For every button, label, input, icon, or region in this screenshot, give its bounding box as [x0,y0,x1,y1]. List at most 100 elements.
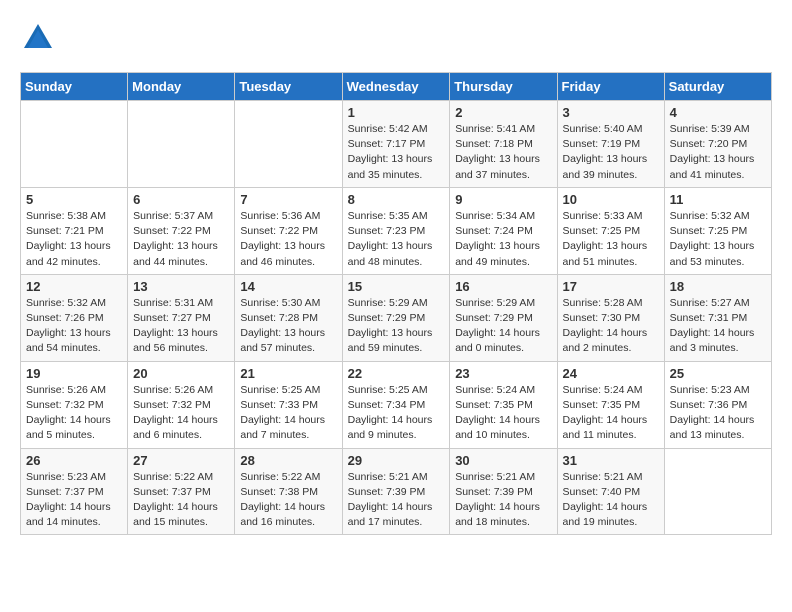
calendar-cell: 21 Sunrise: 5:25 AM Sunset: 7:33 PM Dayli… [235,361,342,448]
day-info: Sunrise: 5:42 AM Sunset: 7:17 PM Dayligh… [348,122,445,183]
calendar-cell: 8 Sunrise: 5:35 AM Sunset: 7:23 PM Daylig… [342,187,450,274]
logo [20,20,62,56]
day-header-monday: Monday [128,73,235,101]
day-number: 25 [670,366,766,381]
day-info: Sunrise: 5:24 AM Sunset: 7:35 PM Dayligh… [455,383,551,444]
calendar-cell: 23 Sunrise: 5:24 AM Sunset: 7:35 PM Dayli… [450,361,557,448]
day-number: 9 [455,192,551,207]
days-header-row: SundayMondayTuesdayWednesdayThursdayFrid… [21,73,772,101]
day-info: Sunrise: 5:25 AM Sunset: 7:33 PM Dayligh… [240,383,336,444]
day-info: Sunrise: 5:22 AM Sunset: 7:37 PM Dayligh… [133,470,229,531]
calendar-cell [664,448,771,535]
day-info: Sunrise: 5:29 AM Sunset: 7:29 PM Dayligh… [348,296,445,357]
day-info: Sunrise: 5:21 AM Sunset: 7:39 PM Dayligh… [455,470,551,531]
calendar-cell: 11 Sunrise: 5:32 AM Sunset: 7:25 PM Dayli… [664,187,771,274]
day-info: Sunrise: 5:41 AM Sunset: 7:18 PM Dayligh… [455,122,551,183]
day-header-thursday: Thursday [450,73,557,101]
day-info: Sunrise: 5:35 AM Sunset: 7:23 PM Dayligh… [348,209,445,270]
calendar-cell: 2 Sunrise: 5:41 AM Sunset: 7:18 PM Daylig… [450,101,557,188]
day-info: Sunrise: 5:22 AM Sunset: 7:38 PM Dayligh… [240,470,336,531]
calendar-cell: 1 Sunrise: 5:42 AM Sunset: 7:17 PM Daylig… [342,101,450,188]
calendar-table: SundayMondayTuesdayWednesdayThursdayFrid… [20,72,772,535]
calendar-cell: 12 Sunrise: 5:32 AM Sunset: 7:26 PM Dayli… [21,274,128,361]
day-number: 23 [455,366,551,381]
page-header [20,20,772,56]
day-info: Sunrise: 5:26 AM Sunset: 7:32 PM Dayligh… [26,383,122,444]
week-row-5: 26 Sunrise: 5:23 AM Sunset: 7:37 PM Dayli… [21,448,772,535]
calendar-cell [235,101,342,188]
calendar-cell: 27 Sunrise: 5:22 AM Sunset: 7:37 PM Dayli… [128,448,235,535]
day-number: 1 [348,105,445,120]
calendar-cell: 22Sunrise: 5:25 AM Sunset: 7:34 PM Dayli… [342,361,450,448]
day-info: Sunrise: 5:39 AM Sunset: 7:20 PM Dayligh… [670,122,766,183]
calendar-cell: 30 Sunrise: 5:21 AM Sunset: 7:39 PM Dayli… [450,448,557,535]
day-info: Sunrise: 5:31 AM Sunset: 7:27 PM Dayligh… [133,296,229,357]
calendar-cell: 14 Sunrise: 5:30 AM Sunset: 7:28 PM Dayli… [235,274,342,361]
day-info: Sunrise: 5:40 AM Sunset: 7:19 PM Dayligh… [563,122,659,183]
day-info: Sunrise: 5:23 AM Sunset: 7:37 PM Dayligh… [26,470,122,531]
day-number: 26 [26,453,122,468]
week-row-4: 19 Sunrise: 5:26 AM Sunset: 7:32 PM Dayli… [21,361,772,448]
day-number: 5 [26,192,122,207]
day-info: Sunrise: 5:32 AM Sunset: 7:26 PM Dayligh… [26,296,122,357]
day-number: 14 [240,279,336,294]
day-number: 10 [563,192,659,207]
day-number: 28 [240,453,336,468]
day-header-sunday: Sunday [21,73,128,101]
day-header-wednesday: Wednesday [342,73,450,101]
day-number: 22 [348,366,445,381]
calendar-cell: 5 Sunrise: 5:38 AM Sunset: 7:21 PM Daylig… [21,187,128,274]
calendar-cell: 9 Sunrise: 5:34 AM Sunset: 7:24 PM Daylig… [450,187,557,274]
calendar-cell: 28 Sunrise: 5:22 AM Sunset: 7:38 PM Dayli… [235,448,342,535]
day-number: 19 [26,366,122,381]
calendar-cell: 24 Sunrise: 5:24 AM Sunset: 7:35 PM Dayli… [557,361,664,448]
day-info: Sunrise: 5:36 AM Sunset: 7:22 PM Dayligh… [240,209,336,270]
day-header-friday: Friday [557,73,664,101]
day-number: 17 [563,279,659,294]
day-info: Sunrise: 5:21 AM Sunset: 7:40 PM Dayligh… [563,470,659,531]
calendar-cell: 25 Sunrise: 5:23 AM Sunset: 7:36 PM Dayli… [664,361,771,448]
logo-icon [20,20,56,56]
week-row-1: 1 Sunrise: 5:42 AM Sunset: 7:17 PM Daylig… [21,101,772,188]
calendar-cell: 13 Sunrise: 5:31 AM Sunset: 7:27 PM Dayli… [128,274,235,361]
day-number: 2 [455,105,551,120]
day-number: 30 [455,453,551,468]
day-number: 6 [133,192,229,207]
day-number: 4 [670,105,766,120]
day-info: Sunrise: 5:32 AM Sunset: 7:25 PM Dayligh… [670,209,766,270]
calendar-cell [21,101,128,188]
day-info: Sunrise: 5:26 AM Sunset: 7:32 PM Dayligh… [133,383,229,444]
day-info: Sunrise: 5:27 AM Sunset: 7:31 PM Dayligh… [670,296,766,357]
day-number: 16 [455,279,551,294]
calendar-cell: 4 Sunrise: 5:39 AM Sunset: 7:20 PM Daylig… [664,101,771,188]
day-info: Sunrise: 5:34 AM Sunset: 7:24 PM Dayligh… [455,209,551,270]
day-info: Sunrise: 5:37 AM Sunset: 7:22 PM Dayligh… [133,209,229,270]
calendar-cell: 10Sunrise: 5:33 AM Sunset: 7:25 PM Dayli… [557,187,664,274]
calendar-cell: 29Sunrise: 5:21 AM Sunset: 7:39 PM Dayli… [342,448,450,535]
day-number: 15 [348,279,445,294]
day-number: 27 [133,453,229,468]
calendar-cell: 15 Sunrise: 5:29 AM Sunset: 7:29 PM Dayli… [342,274,450,361]
calendar-cell: 26 Sunrise: 5:23 AM Sunset: 7:37 PM Dayli… [21,448,128,535]
calendar-cell: 16Sunrise: 5:29 AM Sunset: 7:29 PM Dayli… [450,274,557,361]
day-number: 24 [563,366,659,381]
day-info: Sunrise: 5:30 AM Sunset: 7:28 PM Dayligh… [240,296,336,357]
day-number: 12 [26,279,122,294]
day-info: Sunrise: 5:23 AM Sunset: 7:36 PM Dayligh… [670,383,766,444]
day-header-tuesday: Tuesday [235,73,342,101]
calendar-cell: 7 Sunrise: 5:36 AM Sunset: 7:22 PM Daylig… [235,187,342,274]
week-row-3: 12 Sunrise: 5:32 AM Sunset: 7:26 PM Dayli… [21,274,772,361]
day-info: Sunrise: 5:21 AM Sunset: 7:39 PM Dayligh… [348,470,445,531]
calendar-cell: 6 Sunrise: 5:37 AM Sunset: 7:22 PM Daylig… [128,187,235,274]
day-number: 8 [348,192,445,207]
day-number: 21 [240,366,336,381]
calendar-cell [128,101,235,188]
day-info: Sunrise: 5:24 AM Sunset: 7:35 PM Dayligh… [563,383,659,444]
day-number: 7 [240,192,336,207]
day-info: Sunrise: 5:38 AM Sunset: 7:21 PM Dayligh… [26,209,122,270]
day-number: 13 [133,279,229,294]
calendar-cell: 20Sunrise: 5:26 AM Sunset: 7:32 PM Dayli… [128,361,235,448]
calendar-cell: 19 Sunrise: 5:26 AM Sunset: 7:32 PM Dayli… [21,361,128,448]
day-number: 3 [563,105,659,120]
day-number: 11 [670,192,766,207]
